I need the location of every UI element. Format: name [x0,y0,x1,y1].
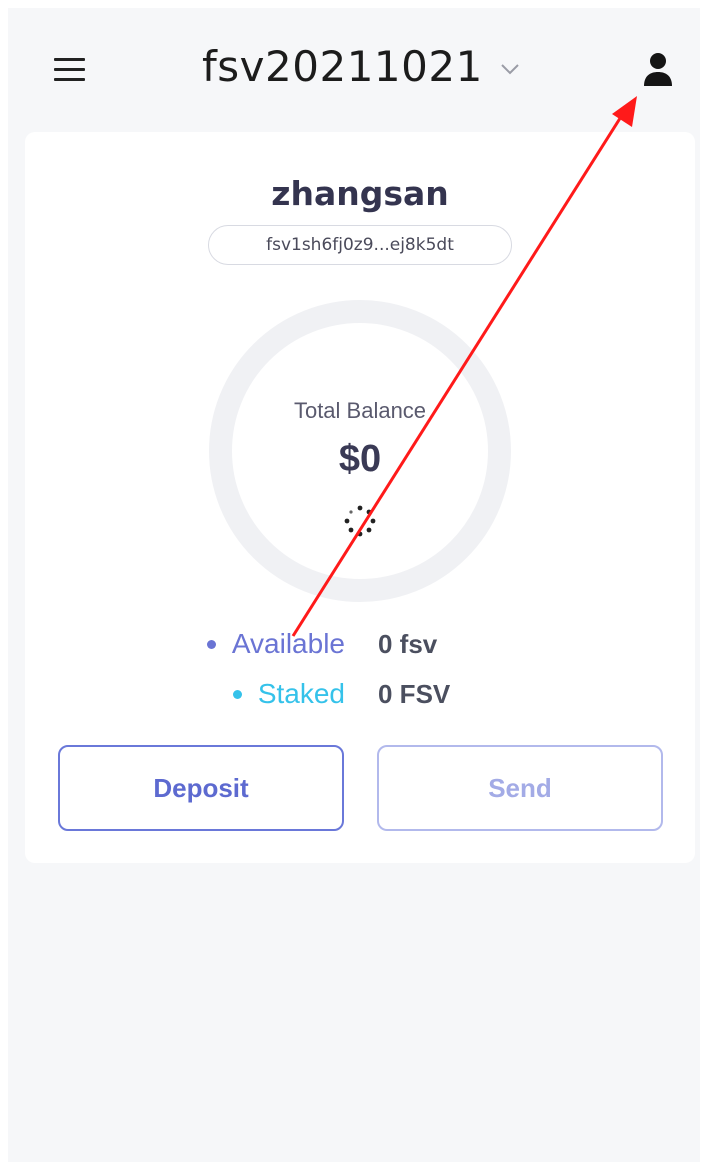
staked-value: 0 FSV [378,678,451,709]
hamburger-icon-line [54,67,85,71]
available-value: 0 fsv [378,628,438,659]
available-text: Available [231,628,345,659]
address-pill[interactable]: fsv1sh6fj0z9...ej8k5dt [208,225,512,265]
app-shell: fsv20211021 zhangsan fsv1sh6fj0z9...ej8k… [8,8,700,1162]
network-selector[interactable]: fsv20211021 [202,38,521,94]
header: fsv20211021 [8,8,700,130]
total-balance-label: Total Balance [293,398,427,423]
account-name: zhangsan [271,174,449,213]
staked-dot-icon [232,689,242,699]
legend-staked-label: Staked [25,678,345,710]
legend-available: Available 0 fsv [25,624,437,664]
send-button[interactable]: Send [377,745,663,831]
network-name: fsv20211021 [202,41,483,91]
staked-text: Staked [257,678,345,709]
hamburger-icon-line [54,77,85,81]
legend-staked: Staked 0 FSV [25,674,450,714]
legend-available-label: Available [25,628,345,660]
available-dot-icon [206,639,216,649]
total-balance-value: $0 [338,438,382,480]
hamburger-icon-line [54,57,85,61]
wallet-card: zhangsan fsv1sh6fj0z9...ej8k5dt Total Ba… [25,132,695,863]
chevron-down-icon [499,58,521,80]
deposit-button[interactable]: Deposit [58,745,344,831]
menu-button[interactable] [54,52,88,86]
spinner-icon [343,504,377,538]
user-icon[interactable] [642,52,674,88]
